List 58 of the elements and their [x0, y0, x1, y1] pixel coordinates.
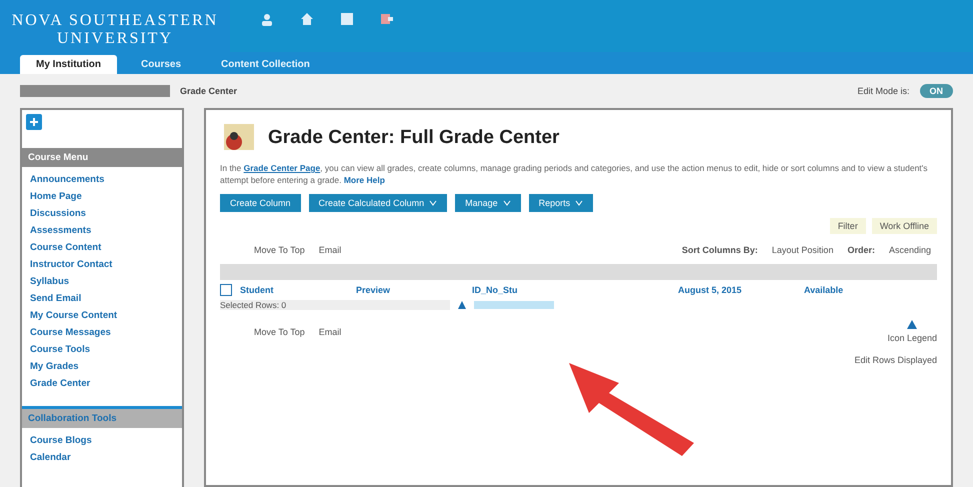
- sort-label: Sort Columns By:: [682, 245, 758, 255]
- menu-item[interactable]: Assessments: [22, 222, 182, 239]
- menu-item[interactable]: Course Tools: [22, 341, 182, 358]
- toolbar-link[interactable]: Work Offline: [872, 218, 937, 234]
- menu-item[interactable]: Calendar: [22, 449, 182, 466]
- table-cell-text: August 5, 2015: [678, 285, 743, 295]
- nav-tab[interactable]: Content Collection: [205, 55, 326, 74]
- menu-item[interactable]: Announcements: [22, 171, 182, 188]
- action-button[interactable]: Create Calculated Column: [308, 194, 448, 212]
- action-button[interactable]: Create Column: [220, 194, 301, 212]
- breadcrumb-item: Grade Center: [180, 86, 238, 96]
- menu-item[interactable]: My Grades: [22, 358, 182, 375]
- edit-mode-label: Edit Mode is:: [857, 86, 910, 96]
- sort-icon: [458, 301, 466, 309]
- menu-item[interactable]: Send Email: [22, 290, 182, 307]
- legend-icon: [907, 320, 918, 330]
- chevron-icon: [502, 200, 511, 206]
- selected-rows-count: Selected Rows: 0: [220, 300, 450, 310]
- row-action-button[interactable]: Move To Top: [250, 244, 309, 256]
- order-label: Order:: [847, 245, 875, 255]
- home-icon[interactable]: [300, 12, 314, 26]
- table-cell-text: Preview: [356, 285, 392, 295]
- action-button[interactable]: Manage: [455, 194, 521, 212]
- description-link[interactable]: Grade Center Page: [244, 163, 320, 173]
- menu-item[interactable]: Syllabus: [22, 273, 182, 290]
- table-cell-text: ID_No_Stu: [472, 285, 519, 295]
- row-checkbox[interactable]: [220, 284, 232, 296]
- table-cell-text: Available: [804, 285, 844, 295]
- menu-item[interactable]: Home Page: [22, 188, 182, 205]
- page-description: In the Grade Center Page, you can view all grades, create columns, manage grading periods and categories, and use the action menus to edit, hide or sort columns and to view a student's attempt before entering a grade. More Help: [220, 162, 929, 186]
- row-action-button[interactable]: Email: [314, 244, 346, 256]
- nav-tab[interactable]: Courses: [125, 55, 198, 74]
- help-link[interactable]: More Help: [344, 175, 385, 185]
- menu-item[interactable]: Discussions: [22, 205, 182, 222]
- menu-item[interactable]: My Course Content: [22, 307, 182, 324]
- edit-rows-link[interactable]: Edit Rows Displayed: [854, 355, 937, 365]
- menu-section-header[interactable]: Course Menu: [22, 148, 182, 167]
- page-title: Grade Center: Full Grade Center: [268, 127, 560, 149]
- row-action-button[interactable]: Move To Top: [250, 326, 309, 338]
- logo-text: NOVA SOUTHEASTERN: [12, 12, 218, 30]
- table-cell-text: Student: [240, 285, 274, 295]
- edit-mode-toggle[interactable]: ON: [920, 84, 953, 98]
- add-icon[interactable]: [26, 114, 42, 130]
- chevron-icon: [429, 200, 438, 206]
- menu-item[interactable]: Grade Center: [22, 375, 182, 392]
- icon-legend-link[interactable]: Icon Legend: [887, 333, 937, 343]
- menu-item[interactable]: Course Blogs: [22, 432, 182, 449]
- action-button[interactable]: Reports: [528, 194, 594, 212]
- menu-item[interactable]: Course Messages: [22, 324, 182, 341]
- user-icon[interactable]: [260, 12, 274, 26]
- menu-item[interactable]: Instructor Contact: [22, 256, 182, 273]
- nav-tab[interactable]: My Institution: [20, 55, 117, 74]
- university-logo[interactable]: NOVA SOUTHEASTERN UNIVERSITY: [0, 0, 230, 52]
- row-action-button[interactable]: Email: [314, 326, 346, 338]
- logo-text: UNIVERSITY: [57, 30, 173, 48]
- chevron-icon: [575, 200, 584, 206]
- menu-item[interactable]: Course Content: [22, 239, 182, 256]
- toolbar-link[interactable]: Filter: [830, 218, 866, 234]
